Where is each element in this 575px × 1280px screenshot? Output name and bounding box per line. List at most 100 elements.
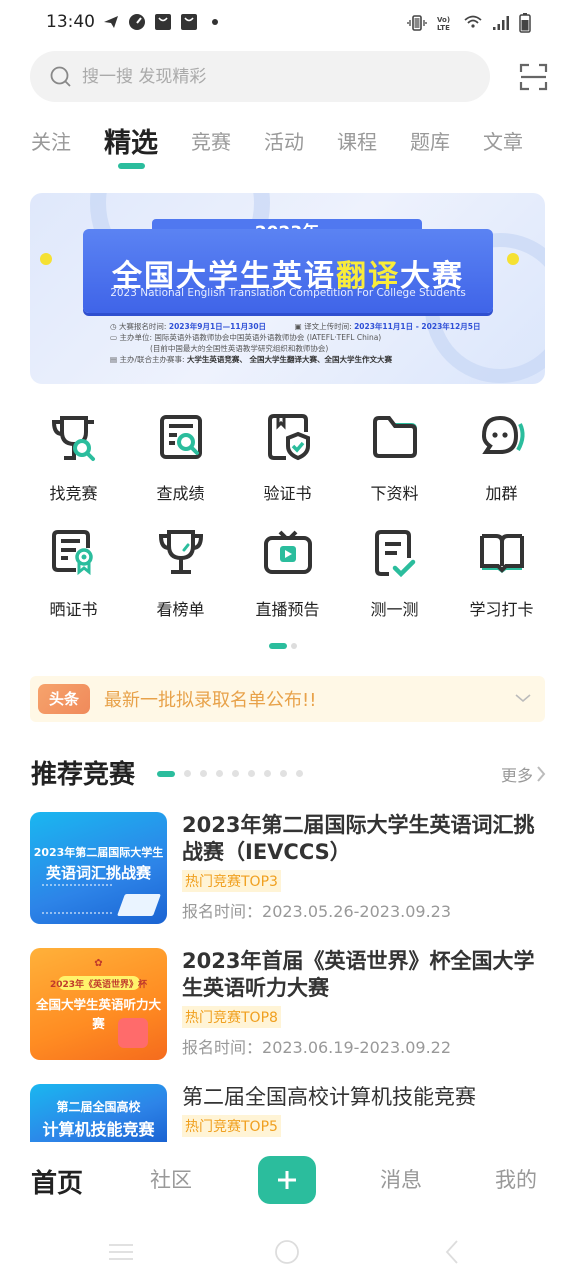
search-row — [30, 51, 550, 103]
grid-item-download-materials[interactable]: 下资料 — [341, 410, 448, 526]
competition-card[interactable]: 第二届全国高校 计算机技能竞赛 第二届全国高校计算机技能竞赛 热门竞赛TOP5 — [30, 1084, 545, 1142]
competition-title: 2023年首届《英语世界》杯全国大学生英语听力大赛 — [182, 949, 535, 1000]
nav-messages[interactable]: 消息 — [380, 1164, 422, 1194]
page-dot — [184, 770, 191, 777]
tab-featured[interactable]: 精选 — [104, 118, 158, 169]
tv-play-icon — [263, 530, 312, 574]
hot-tag: 热门竞赛TOP3 — [182, 870, 281, 892]
trophy-search-icon — [51, 416, 95, 461]
shopping-bag-icon — [155, 14, 171, 30]
back-icon[interactable] — [444, 1239, 460, 1265]
search-input[interactable] — [82, 66, 442, 87]
headline-badge: 头条 — [38, 684, 90, 714]
trophy-icon — [158, 530, 203, 574]
create-post-button[interactable] — [258, 1156, 316, 1204]
page-dot — [291, 643, 297, 649]
dot-icon — [212, 19, 218, 25]
page-dot — [216, 770, 223, 777]
page-dot — [200, 770, 207, 777]
competition-thumbnail: 2023年第二届国际大学生 英语词汇挑战赛 — [30, 812, 167, 924]
scan-icon[interactable] — [518, 61, 550, 93]
category-tabs: 关注 精选 竞赛 活动 课程 题库 文章 — [31, 118, 556, 169]
chevron-down-icon[interactable] — [515, 692, 531, 704]
notification-icons — [102, 13, 224, 31]
grid-item-verify-certificate[interactable]: 验证书 — [234, 410, 341, 526]
system-status-icons: Vo) LTE — [407, 13, 531, 33]
plus-icon — [278, 1171, 296, 1189]
chevron-right-icon — [537, 766, 546, 782]
recommend-section-header: 推荐竞赛 更多 — [31, 754, 546, 794]
page-dot-active — [157, 770, 175, 777]
certificate-ribbon-icon — [51, 530, 93, 576]
volte-icon: Vo)LTE — [437, 16, 450, 32]
page-dot — [248, 770, 255, 777]
nav-profile[interactable]: 我的 — [495, 1164, 537, 1194]
tab-competitions[interactable]: 竞赛 — [191, 118, 231, 162]
shopping-bag-icon — [181, 14, 197, 30]
wifi-icon — [464, 15, 482, 28]
document-check-icon — [374, 530, 415, 578]
grid-item-find-competition[interactable]: 找竞赛 — [20, 410, 127, 526]
home-circle-icon[interactable] — [274, 1239, 300, 1265]
more-link[interactable]: 更多 — [501, 762, 546, 786]
grid-item-leaderboard[interactable]: 看榜单 — [127, 526, 234, 642]
banner-decoration — [40, 253, 52, 265]
page-dot — [296, 770, 303, 777]
nav-community[interactable]: 社区 — [150, 1164, 192, 1194]
bottom-navigation: 首页 社区 消息 我的 — [0, 1150, 575, 1220]
page-dot — [232, 770, 239, 777]
hot-tag: 热门竞赛TOP5 — [182, 1115, 281, 1137]
tab-articles[interactable]: 文章 — [483, 118, 523, 162]
grid-page-indicator — [269, 643, 297, 649]
registration-date: 报名时间：2023.06.19-2023.09.22 — [182, 1038, 452, 1057]
grid-item-check-scores[interactable]: 查成绩 — [127, 410, 234, 526]
search-icon — [50, 66, 71, 87]
competition-card[interactable]: 2023年第二届国际大学生 英语词汇挑战赛 2023年第二届国际大学生英语词汇挑… — [30, 812, 545, 924]
page-dot — [280, 770, 287, 777]
competition-title: 2023年第二届国际大学生英语词汇挑战赛（IEVCCS） — [182, 813, 535, 864]
banner-subtitle: 2023 National English Translation Compet… — [110, 287, 466, 299]
tab-courses[interactable]: 课程 — [337, 118, 377, 162]
registration-date: 报名时间：2023.05.26-2023.09.23 — [182, 902, 452, 921]
tab-follow[interactable]: 关注 — [31, 118, 71, 162]
menu-icon[interactable] — [108, 1242, 134, 1262]
page-dot-active — [269, 643, 287, 649]
promo-banner[interactable]: —— 2023年 —— 全国大学生英语翻译大赛 2023 National En… — [30, 193, 545, 384]
open-book-icon — [479, 534, 524, 573]
banner-info: ◷ 大赛报名时间: 2023年9月1日—11月30日 ▣ 译文上传时间: 202… — [110, 322, 481, 364]
tab-active-indicator — [118, 163, 145, 169]
competition-thumbnail: 第二届全国高校 计算机技能竞赛 — [30, 1084, 167, 1142]
page-dot — [264, 770, 271, 777]
svg-text:LTE: LTE — [437, 24, 450, 32]
grid-item-share-certificate[interactable]: 晒证书 — [20, 526, 127, 642]
grid-item-live-preview[interactable]: 直播预告 — [234, 526, 341, 642]
system-navigation-bar — [0, 1225, 575, 1280]
tab-question-bank[interactable]: 题库 — [410, 118, 450, 162]
competition-title: 第二届全国高校计算机技能竞赛 — [182, 1085, 476, 1109]
tab-activities[interactable]: 活动 — [264, 118, 304, 162]
folder-icon — [372, 416, 417, 458]
status-bar: 13:40 Vo) LTE — [0, 0, 575, 46]
nav-home[interactable]: 首页 — [31, 1163, 83, 1200]
hot-tag: 热门竞赛TOP8 — [182, 1006, 281, 1028]
telegram-icon — [104, 16, 118, 28]
recommend-page-indicator — [157, 770, 303, 777]
grid-item-quiz[interactable]: 测一测 — [341, 526, 448, 642]
battery-icon — [519, 13, 531, 33]
status-time: 13:40 — [46, 12, 95, 32]
search-box[interactable] — [30, 51, 490, 102]
competition-card[interactable]: ✿ 2023年《英语世界》杯 全国大学生英语听力大赛 2023年首届《英语世界》… — [30, 948, 545, 1060]
certificate-shield-icon — [267, 414, 310, 461]
svg-text:Vo): Vo) — [437, 16, 450, 24]
headline-notice[interactable]: 头条 最新一批拟录取名单公布!! — [30, 676, 545, 722]
document-search-icon — [159, 415, 202, 459]
grid-item-join-group[interactable]: 加群 — [448, 410, 555, 526]
vibrate-icon — [407, 15, 427, 31]
signal-icon — [493, 16, 509, 30]
speedometer-icon — [129, 14, 145, 30]
competition-thumbnail: ✿ 2023年《英语世界》杯 全国大学生英语听力大赛 — [30, 948, 167, 1060]
grid-item-study-checkin[interactable]: 学习打卡 — [448, 526, 555, 642]
section-title: 推荐竞赛 — [31, 760, 136, 790]
quick-access-grid: 找竞赛 查成绩 验证书 下资料 加群 晒证书 看榜单 直播预告 测一测 学习打卡 — [20, 410, 555, 642]
chat-bubble-icon — [481, 415, 525, 454]
